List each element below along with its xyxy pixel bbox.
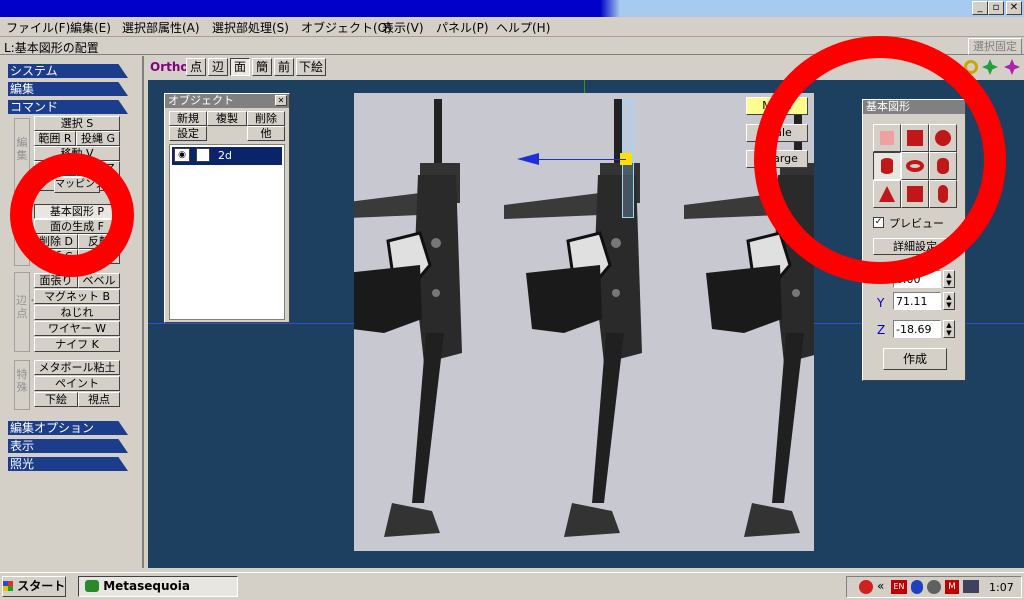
header-command[interactable]: コマンド xyxy=(8,100,128,114)
status-text: L:基本図形の配置 xyxy=(4,41,99,55)
menu-edit[interactable]: 編集(E) xyxy=(70,19,111,36)
face-mode-button[interactable]: 面 xyxy=(230,58,250,76)
object-panel: オブジェクト ✕ 新規 複製 削除 設定 他 ◉ 2d xyxy=(164,93,290,323)
list-item[interactable]: ◉ 2d xyxy=(172,147,282,165)
object-delete-button[interactable]: 削除 xyxy=(247,111,285,126)
header-edit-option[interactable]: 編集オプション xyxy=(8,421,128,435)
taskbar-app-button[interactable]: Metasequoia xyxy=(78,576,238,597)
system-tray: « EN M 1:07 xyxy=(846,576,1022,598)
z-label: Z xyxy=(877,323,886,337)
header-lighting[interactable]: 照光 xyxy=(8,457,128,471)
menu-help[interactable]: ヘルプ(H) xyxy=(496,19,550,36)
lock-icon[interactable] xyxy=(196,148,210,162)
menu-selection-attr[interactable]: 選択部属性(A) xyxy=(122,19,200,36)
y-axis-line xyxy=(584,80,585,94)
z-field[interactable] xyxy=(893,320,941,338)
windows-icon xyxy=(3,581,13,591)
range-button[interactable]: 範囲 R xyxy=(34,131,76,146)
header-edit[interactable]: 編集 xyxy=(8,82,128,96)
edge-mode-button[interactable]: 辺 xyxy=(208,58,228,76)
object-list: ◉ 2d xyxy=(169,144,285,320)
close-icon[interactable]: ✕ xyxy=(275,95,287,106)
header-system[interactable]: システム xyxy=(8,64,128,78)
y-field[interactable] xyxy=(893,292,941,310)
x-spinner[interactable]: ▲ ▼ xyxy=(943,270,955,288)
z-spinner[interactable]: ▲ ▼ xyxy=(943,320,955,338)
gun-images xyxy=(354,97,814,539)
tray-m-icon[interactable]: M xyxy=(945,580,959,594)
title-bar xyxy=(0,0,1024,17)
select-button[interactable]: 選択 S xyxy=(34,116,120,131)
rotate-view-icon[interactable] xyxy=(1004,59,1020,75)
create-button[interactable]: 作成 xyxy=(883,348,947,370)
header-display[interactable]: 表示 xyxy=(8,439,128,453)
arrow-left-icon[interactable] xyxy=(517,153,539,165)
object-panel-title: オブジェクト xyxy=(165,94,289,108)
magnet-button[interactable]: マグネット B xyxy=(34,289,120,304)
gizmo-axis-line xyxy=(536,159,626,160)
object-name: 2d xyxy=(218,149,232,162)
knife-button[interactable]: ナイフ K xyxy=(34,337,120,352)
annotation-circle-left xyxy=(10,153,134,277)
command-panel: システム 編集 コマンド 編集 選択 S 範囲 R 投縄 G 移動 V 回転 T… xyxy=(0,56,144,568)
group-special-label: 特殊 xyxy=(16,368,28,394)
taskbar: スタート Metasequoia « EN M 1:07 xyxy=(0,572,1024,600)
menu-panel[interactable]: パネル(P) xyxy=(436,19,489,36)
y-label: Y xyxy=(877,296,885,310)
menu-view[interactable]: 表示(V) xyxy=(382,19,424,36)
twist-button[interactable]: ねじれ xyxy=(34,305,120,320)
annotation-circle-right xyxy=(754,36,1006,284)
tray-network-icon[interactable] xyxy=(963,580,979,593)
object-duplicate-button[interactable]: 複製 xyxy=(207,111,247,126)
taskbar-app-label: Metasequoia xyxy=(103,579,190,593)
wire-button[interactable]: ワイヤー W xyxy=(34,321,120,336)
ortho-toggle[interactable]: Ortho xyxy=(150,60,189,74)
underlay-image xyxy=(354,93,814,551)
y-spinner[interactable]: ▲ ▼ xyxy=(943,292,955,310)
viewpoint-button[interactable]: 視点 xyxy=(78,392,120,407)
menu-object[interactable]: オブジェクト(O) xyxy=(301,19,392,36)
close-button[interactable]: ✕ xyxy=(1006,1,1022,15)
lasso-button[interactable]: 投縄 G xyxy=(76,131,120,146)
metaball-button[interactable]: メタボール粘土 xyxy=(34,360,120,375)
menu-selection-process[interactable]: 選択部処理(S) xyxy=(212,19,289,36)
object-settings-button[interactable]: 設定 xyxy=(169,126,207,141)
tray-balloon-icon[interactable] xyxy=(859,580,873,594)
tray-bluetooth-icon[interactable] xyxy=(911,580,923,594)
menu-file[interactable]: ファイル(F) xyxy=(6,19,70,36)
start-button[interactable]: スタート xyxy=(2,576,66,597)
object-other-button[interactable]: 他 xyxy=(247,126,285,141)
underlay-button[interactable]: 下絵 xyxy=(34,392,78,407)
pan-icon[interactable] xyxy=(982,59,998,75)
minimize-button[interactable]: _ xyxy=(972,1,988,15)
restore-button[interactable]: ▫ xyxy=(988,1,1004,15)
group-edit-label: 編集 xyxy=(16,136,28,162)
simple-mode-button[interactable]: 簡 xyxy=(252,58,272,76)
front-view-button[interactable]: 前 xyxy=(274,58,294,76)
point-mode-button[interactable]: 点 xyxy=(186,58,206,76)
paint-button[interactable]: ペイント xyxy=(34,376,120,391)
tray-expand-icon[interactable]: « xyxy=(877,579,884,593)
start-label: スタート xyxy=(17,579,66,593)
tray-ime-icon[interactable]: EN xyxy=(891,580,907,594)
metasequoia-icon xyxy=(85,580,99,592)
tray-sound-icon[interactable] xyxy=(927,580,941,594)
underlay-view-button[interactable]: 下絵 xyxy=(296,58,326,76)
clock[interactable]: 1:07 xyxy=(989,581,1014,594)
eye-icon[interactable]: ◉ xyxy=(174,148,190,162)
object-new-button[interactable]: 新規 xyxy=(169,111,207,126)
menu-bar: ファイル(F) 編集(E) 選択部属性(A) 選択部処理(S) オブジェクト(O… xyxy=(0,17,1024,37)
group-edge-point-label: 辺・点 xyxy=(16,294,38,320)
fix-selection-button[interactable]: 選択固定 xyxy=(968,38,1022,55)
